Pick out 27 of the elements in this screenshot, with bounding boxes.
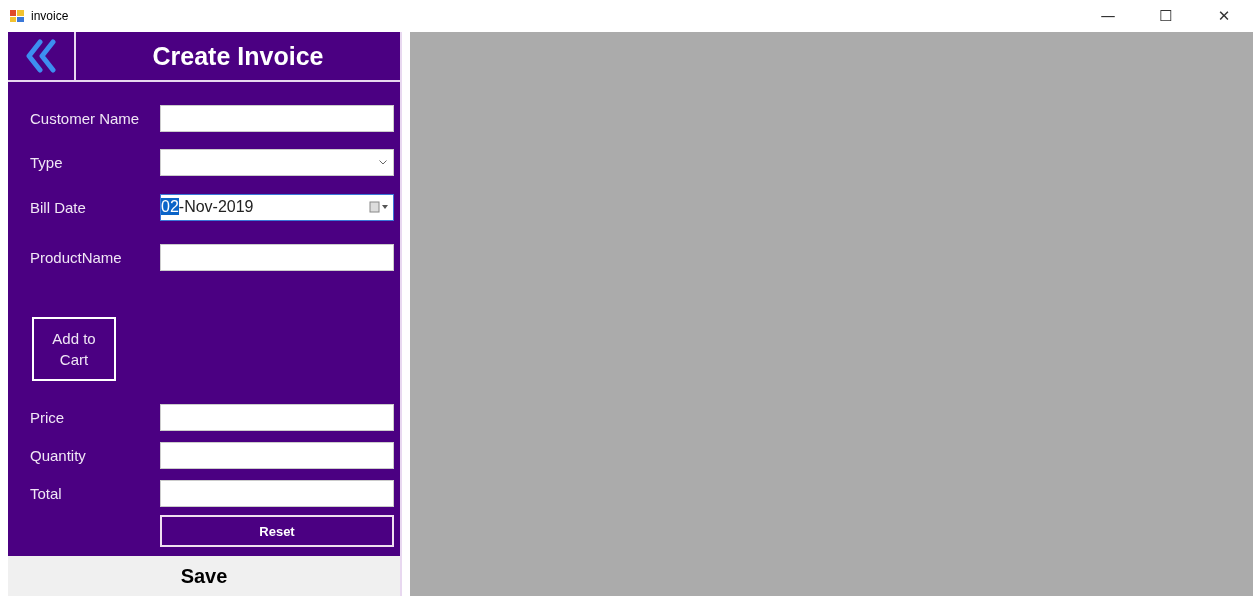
- input-field[interactable]: [160, 441, 394, 469]
- close-button[interactable]: ✕: [1195, 0, 1253, 32]
- input-field[interactable]: [160, 479, 394, 507]
- app-icon: [9, 8, 25, 24]
- window-title: invoice: [31, 9, 69, 23]
- page-title: Create Invoice: [152, 41, 324, 71]
- dropdown-field[interactable]: [160, 148, 394, 176]
- input-field[interactable]: [160, 243, 394, 271]
- field-label: Total: [30, 484, 63, 502]
- double-chevron-icon: [26, 39, 56, 74]
- field-label: Bill Date: [30, 198, 87, 216]
- calendar-dropdown-icon: [369, 201, 389, 214]
- field-label: Price: [30, 408, 66, 426]
- field-label: Type: [30, 153, 64, 171]
- field-label: Customer Name: [30, 109, 141, 127]
- save-button[interactable]: Save: [8, 556, 400, 596]
- input-field[interactable]: [160, 104, 394, 132]
- date-field[interactable]: 02-Nov-2019: [160, 193, 394, 221]
- field-label: Quantity: [30, 446, 87, 464]
- reset-button[interactable]: Reset: [160, 515, 394, 548]
- chevron-down-icon: [379, 159, 387, 165]
- date-value: 02-Nov-2019: [161, 198, 254, 217]
- maximize-button[interactable]: ☐: [1137, 0, 1195, 32]
- add-to-cart-button[interactable]: Add to Cart: [32, 317, 116, 382]
- input-field[interactable]: [160, 403, 394, 431]
- field-label: ProductName: [30, 248, 123, 266]
- minimize-button[interactable]: —: [1079, 0, 1137, 32]
